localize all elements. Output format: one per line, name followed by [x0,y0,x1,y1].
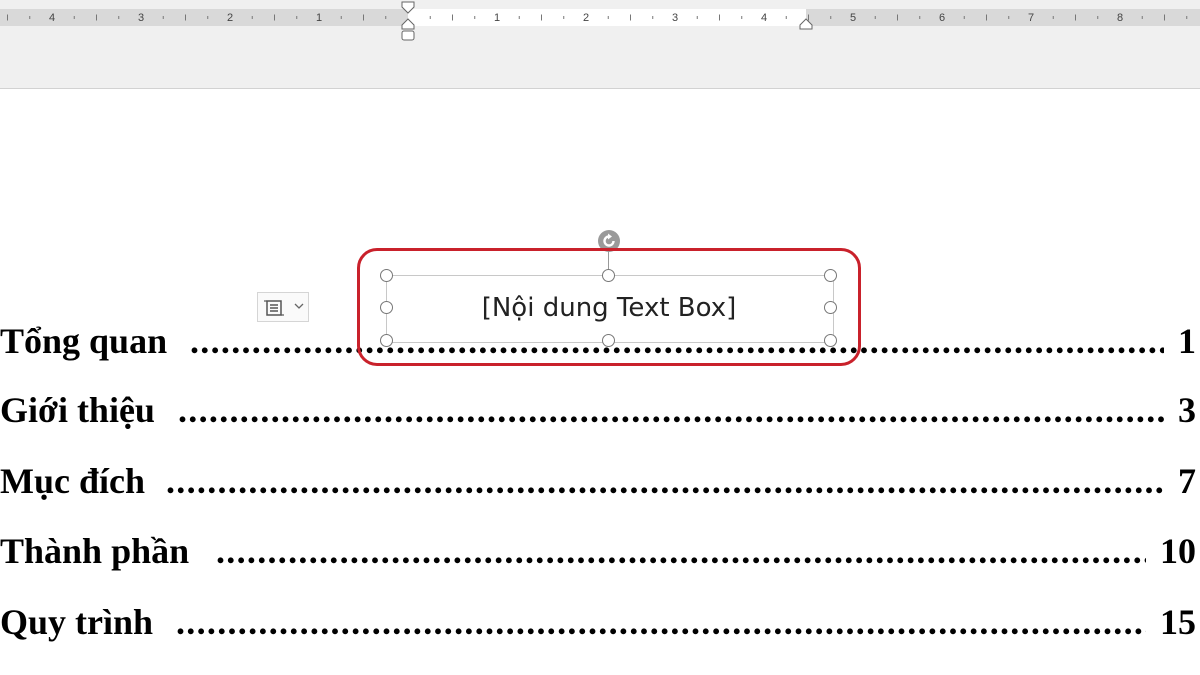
ruler-label: 6 [938,12,946,24]
toc-entry-title: Thành phần [0,531,190,571]
horizontal-ruler: 4 3 2 1 1 2 3 4 5 6 7 8 [0,0,1200,89]
toc-leader-dots: ........................................… [216,531,1146,571]
layout-options-icon [264,300,284,316]
toc-entry-title: Tổng quan [0,321,168,361]
toc-entry-page: 10 [1160,531,1196,571]
toc-leader-dots: ........................................… [176,602,1146,642]
ruler-label: 2 [582,12,590,24]
ruler-label: 7 [1027,12,1035,24]
ruler-label: 3 [671,12,679,24]
ruler-label: 2 [226,12,234,24]
toc-entry[interactable]: Quy trình ..............................… [0,600,1200,644]
toc-entry-page: 1 [1178,321,1196,361]
ruler-label: 1 [315,12,323,24]
layout-options-button[interactable] [257,292,309,322]
toc-entry-title: Mục đích [0,461,146,501]
toc-entry-title: Quy trình [0,602,154,642]
toc-entry[interactable]: Mục đích ...............................… [0,459,1200,503]
ruler-label: 3 [137,12,145,24]
toc-entry-page: 3 [1178,390,1196,430]
ruler-label: 4 [48,12,56,24]
document-page[interactable] [0,89,1200,675]
left-indent-marker[interactable] [400,30,416,42]
ruler-label: 5 [849,12,857,24]
toc-leader-dots: ........................................… [178,390,1164,430]
highlight-annotation [357,248,861,366]
right-indent-marker[interactable] [798,17,814,31]
toc-entry-title: Giới thiệu [0,390,155,430]
toc-leader-dots: ........................................… [166,461,1164,501]
toc-entry-page: 7 [1178,461,1196,501]
hanging-indent-marker[interactable] [400,17,416,31]
chevron-down-icon [294,303,304,309]
toc-entry[interactable]: Giới thiệu .............................… [0,388,1200,432]
ruler-ticks [7,14,1188,21]
toc-entry-page: 15 [1160,602,1196,642]
ruler-label: 1 [493,12,501,24]
ruler-label: 4 [760,12,768,24]
ruler-label: 8 [1116,12,1124,24]
toc-entry[interactable]: Thành phần .............................… [0,529,1200,573]
